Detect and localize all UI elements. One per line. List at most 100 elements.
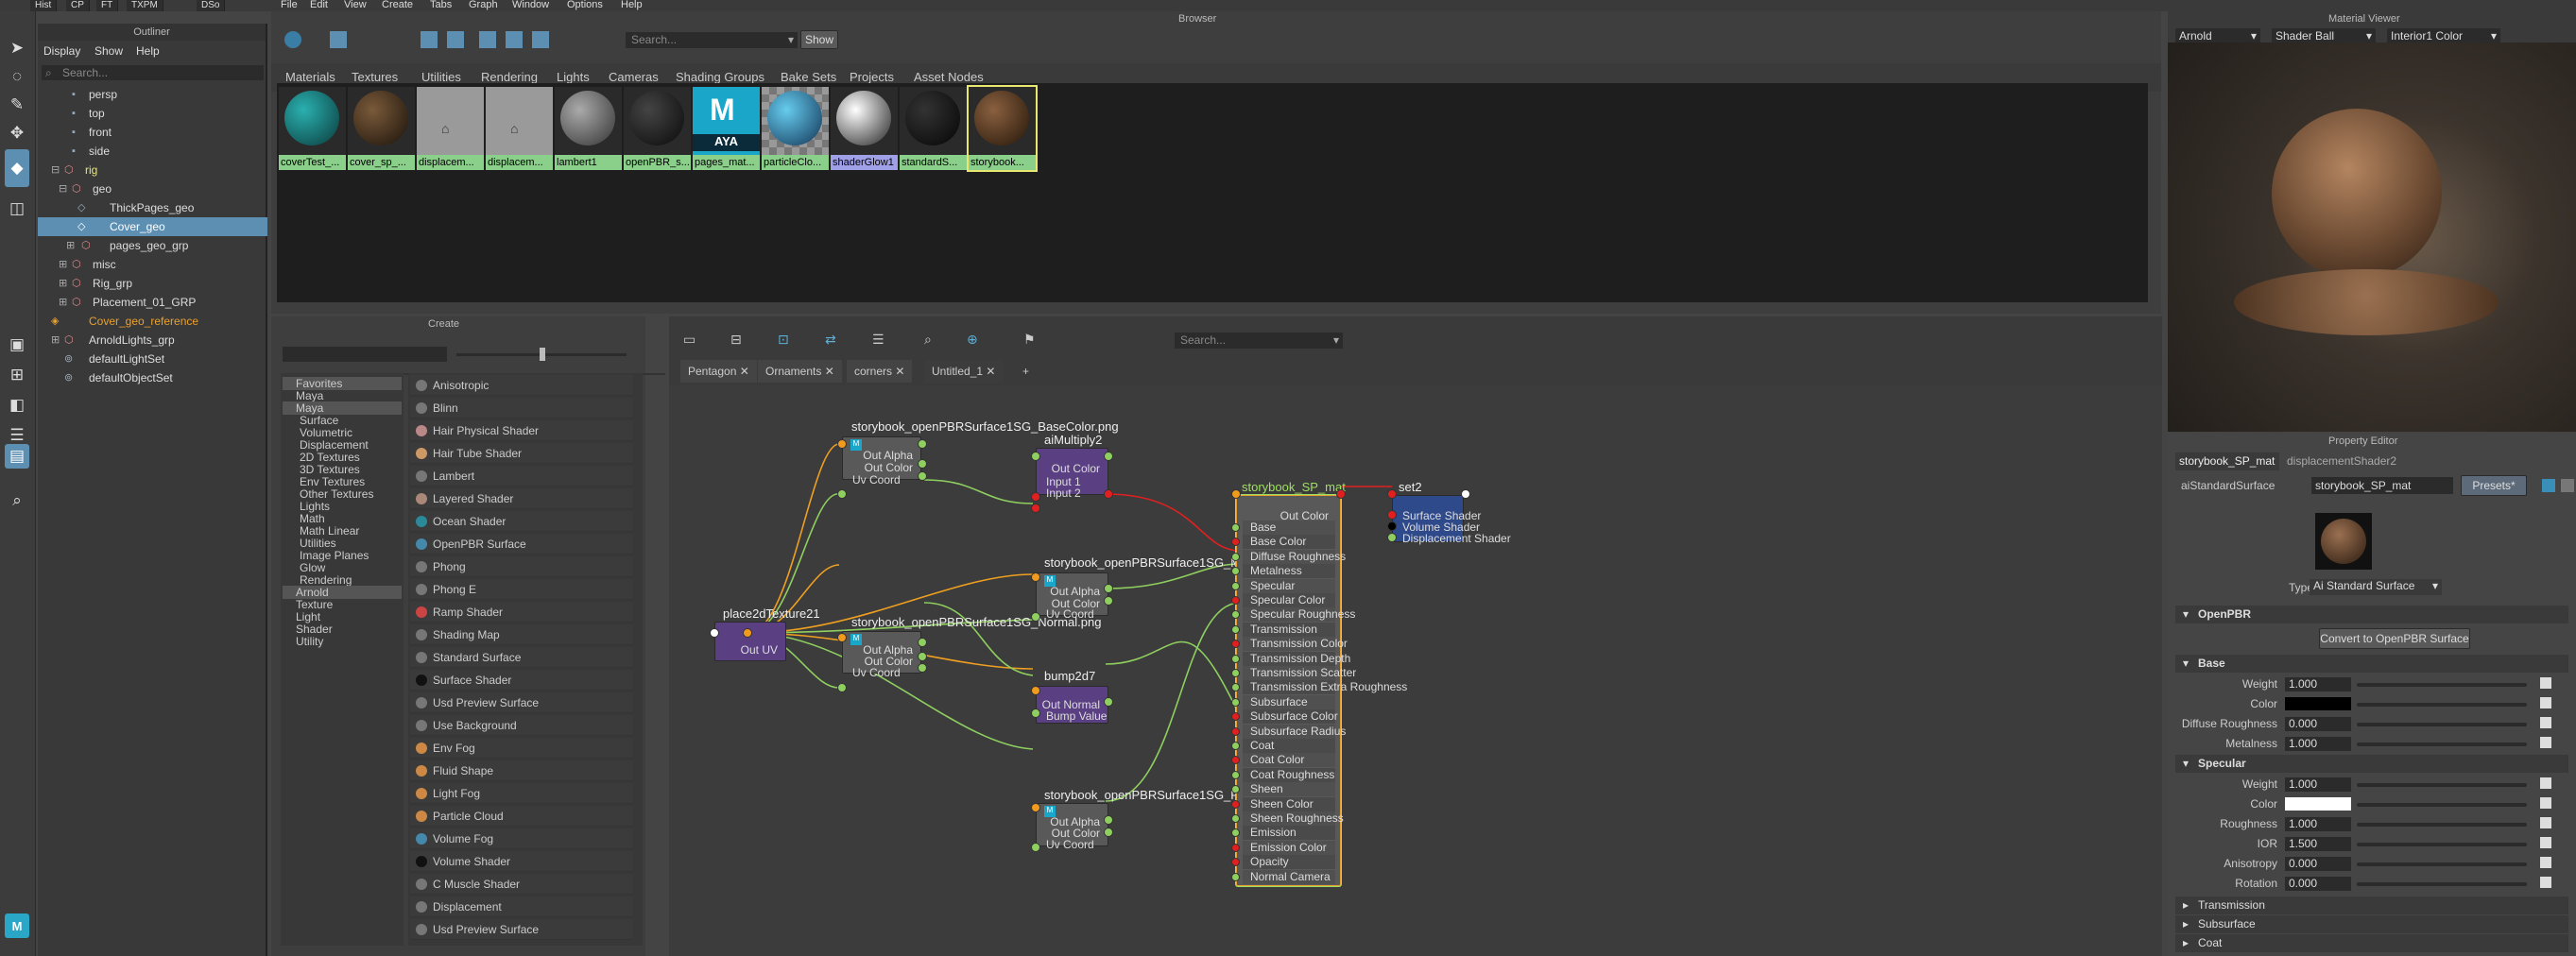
menu-create[interactable]: Create xyxy=(382,0,413,10)
tab-corners[interactable]: corners ✕ xyxy=(847,360,913,383)
port-pin[interactable] xyxy=(1031,843,1040,852)
tree-math[interactable]: Math xyxy=(300,512,325,525)
port-pin[interactable] xyxy=(1231,742,1240,750)
tree-utilities[interactable]: Utilities xyxy=(300,537,336,550)
material-input-port[interactable]: Sheen xyxy=(1243,782,1335,797)
connect-icon[interactable]: ⇄ xyxy=(825,332,836,348)
port-pin[interactable] xyxy=(1231,828,1240,838)
port-pin[interactable] xyxy=(1231,654,1240,663)
outliner-item-placement[interactable]: ⊞ ⬡ Placement_01_GRP xyxy=(38,293,267,312)
tree-rendering[interactable]: Rendering xyxy=(300,573,352,587)
outliner-menu-help[interactable]: Help xyxy=(136,44,160,58)
tree-shader[interactable]: Shader xyxy=(296,623,333,636)
tree-maya-header[interactable]: Maya xyxy=(283,401,402,415)
material-input-port[interactable]: Opacity xyxy=(1243,855,1335,870)
port-pin[interactable] xyxy=(1104,584,1113,593)
node-bump[interactable]: Out Normal Bump Value xyxy=(1036,686,1108,724)
material-input-port[interactable]: Specular Color xyxy=(1243,593,1335,607)
section-transmission[interactable]: ▸ Transmission xyxy=(2175,896,2568,914)
grid-view-icon[interactable] xyxy=(421,31,438,48)
presets-button[interactable]: Presets* xyxy=(2461,475,2527,496)
graph-icon[interactable]: ⊡ xyxy=(778,332,789,348)
port-pin[interactable] xyxy=(918,459,927,469)
tree-maya[interactable]: Maya xyxy=(296,389,323,402)
port-pin[interactable] xyxy=(1231,596,1240,605)
port-pin[interactable] xyxy=(1031,686,1040,695)
attr-value-field[interactable]: 1.500 xyxy=(2285,837,2351,851)
menu-edit[interactable]: Edit xyxy=(310,0,328,10)
map-button-icon[interactable] xyxy=(2540,817,2551,828)
material-swatch[interactable]: lambert1 xyxy=(555,87,622,170)
add-tab-button[interactable]: + xyxy=(1015,360,1037,383)
search-icon[interactable]: ⌕ xyxy=(5,488,29,513)
port-pin[interactable] xyxy=(1461,489,1470,499)
material-input-port[interactable]: Coat xyxy=(1243,739,1335,753)
material-input-port[interactable]: Diffuse Roughness xyxy=(1243,549,1346,564)
tree-other-textures[interactable]: Other Textures xyxy=(300,487,373,501)
port-pin[interactable] xyxy=(1231,581,1240,590)
material-swatch-selected[interactable]: storybook... xyxy=(967,85,1038,172)
attr-value-field[interactable]: 0.000 xyxy=(2285,857,2351,871)
port-pin[interactable] xyxy=(1104,452,1113,461)
port-pin[interactable] xyxy=(1231,799,1240,809)
tab-displacement[interactable]: displacementShader2 xyxy=(2283,452,2406,470)
port-pin[interactable] xyxy=(1231,640,1240,649)
map-button-icon[interactable] xyxy=(2540,837,2551,848)
port-pin[interactable] xyxy=(1231,770,1240,779)
attr-slider[interactable] xyxy=(2357,683,2527,687)
section-openpbr[interactable]: ▾ OpenPBR xyxy=(2175,606,2568,623)
create-item[interactable]: Shading Map xyxy=(410,624,633,645)
tab-pentagon[interactable]: Pentagon ✕ xyxy=(680,360,757,383)
node-basecolor[interactable]: M Out Alpha Out Color Uv Coord xyxy=(842,436,921,487)
browser-search-input[interactable]: Search... ▾ xyxy=(626,32,798,48)
color-swatch[interactable] xyxy=(2285,697,2351,710)
tree-light[interactable]: Light xyxy=(296,610,320,623)
outliner-item-top[interactable]: ▪ top xyxy=(38,104,267,123)
material-input-port[interactable]: Specular Roughness xyxy=(1243,607,1355,623)
expand-icon[interactable]: ⊞ xyxy=(59,297,72,308)
view-mode-icon[interactable] xyxy=(330,31,347,48)
outliner-item-rig[interactable]: ⊟ ⬡ rig xyxy=(38,161,267,179)
map-button-icon[interactable] xyxy=(2540,777,2551,789)
material-swatch[interactable]: cover_sp_... xyxy=(348,87,415,170)
shelf-tab-ft[interactable]: FT xyxy=(96,0,119,11)
create-item[interactable]: Phong xyxy=(410,556,633,577)
port-pin[interactable] xyxy=(1031,492,1040,502)
outliner-item-geo[interactable]: ⊟ ⬡ geo xyxy=(38,179,267,198)
port-pin[interactable] xyxy=(1387,489,1397,499)
menu-options[interactable]: Options xyxy=(567,0,603,10)
layout-side-icon[interactable]: ◧ xyxy=(5,393,29,418)
tree-utility[interactable]: Utility xyxy=(296,635,323,648)
list-view-icon[interactable] xyxy=(532,31,549,48)
port-pin[interactable] xyxy=(1231,538,1240,547)
material-input-port[interactable]: Transmission Extra Roughness xyxy=(1243,680,1407,695)
shelf-tab-dso[interactable]: DSo xyxy=(197,0,226,11)
node-standard-surface[interactable]: Out Color Base Base Color Diffuse Roughnes… xyxy=(1231,495,1407,886)
tree-env-textures[interactable]: Env Textures xyxy=(300,475,365,488)
color-swatch[interactable] xyxy=(2285,797,2351,811)
chevron-down-icon[interactable]: ▾ xyxy=(1333,333,1339,347)
scale-tool-icon[interactable]: ◫ xyxy=(5,196,29,221)
tree-math-linear[interactable]: Math Linear xyxy=(300,524,359,538)
port-pin[interactable] xyxy=(1104,828,1113,837)
port-pin[interactable] xyxy=(1387,533,1397,542)
material-swatch[interactable]: coverTest_... xyxy=(279,87,346,170)
tree-3d-textures[interactable]: 3D Textures xyxy=(300,463,360,476)
node-shading-group[interactable]: Surface Shader Volume Shader Displacemen… xyxy=(1392,495,1511,545)
port-pin[interactable] xyxy=(1231,726,1240,736)
create-item[interactable]: Lambert xyxy=(410,466,633,487)
material-input-port[interactable]: Emission xyxy=(1243,826,1335,841)
outliner-search-input[interactable]: ⌕ Search... xyxy=(42,65,264,80)
create-item[interactable]: Volume Fog xyxy=(410,828,633,849)
list-icon[interactable]: ☰ xyxy=(872,332,884,348)
node-roughness[interactable]: M Out Alpha Out Color Uv Coord xyxy=(1036,803,1108,851)
section-subsurface[interactable]: ▸ Subsurface xyxy=(2175,915,2568,933)
port-pin[interactable] xyxy=(1231,624,1240,634)
create-item[interactable]: Surface Shader xyxy=(410,670,633,691)
layout-outliner-icon[interactable]: ▤ xyxy=(5,444,29,469)
port-pin[interactable] xyxy=(1231,552,1240,561)
tree-lights[interactable]: Lights xyxy=(300,500,330,513)
create-item[interactable]: OpenPBR Surface xyxy=(410,534,633,555)
lasso-tool-icon[interactable]: ◌ xyxy=(5,64,29,89)
swatch-icon[interactable] xyxy=(2561,479,2574,492)
